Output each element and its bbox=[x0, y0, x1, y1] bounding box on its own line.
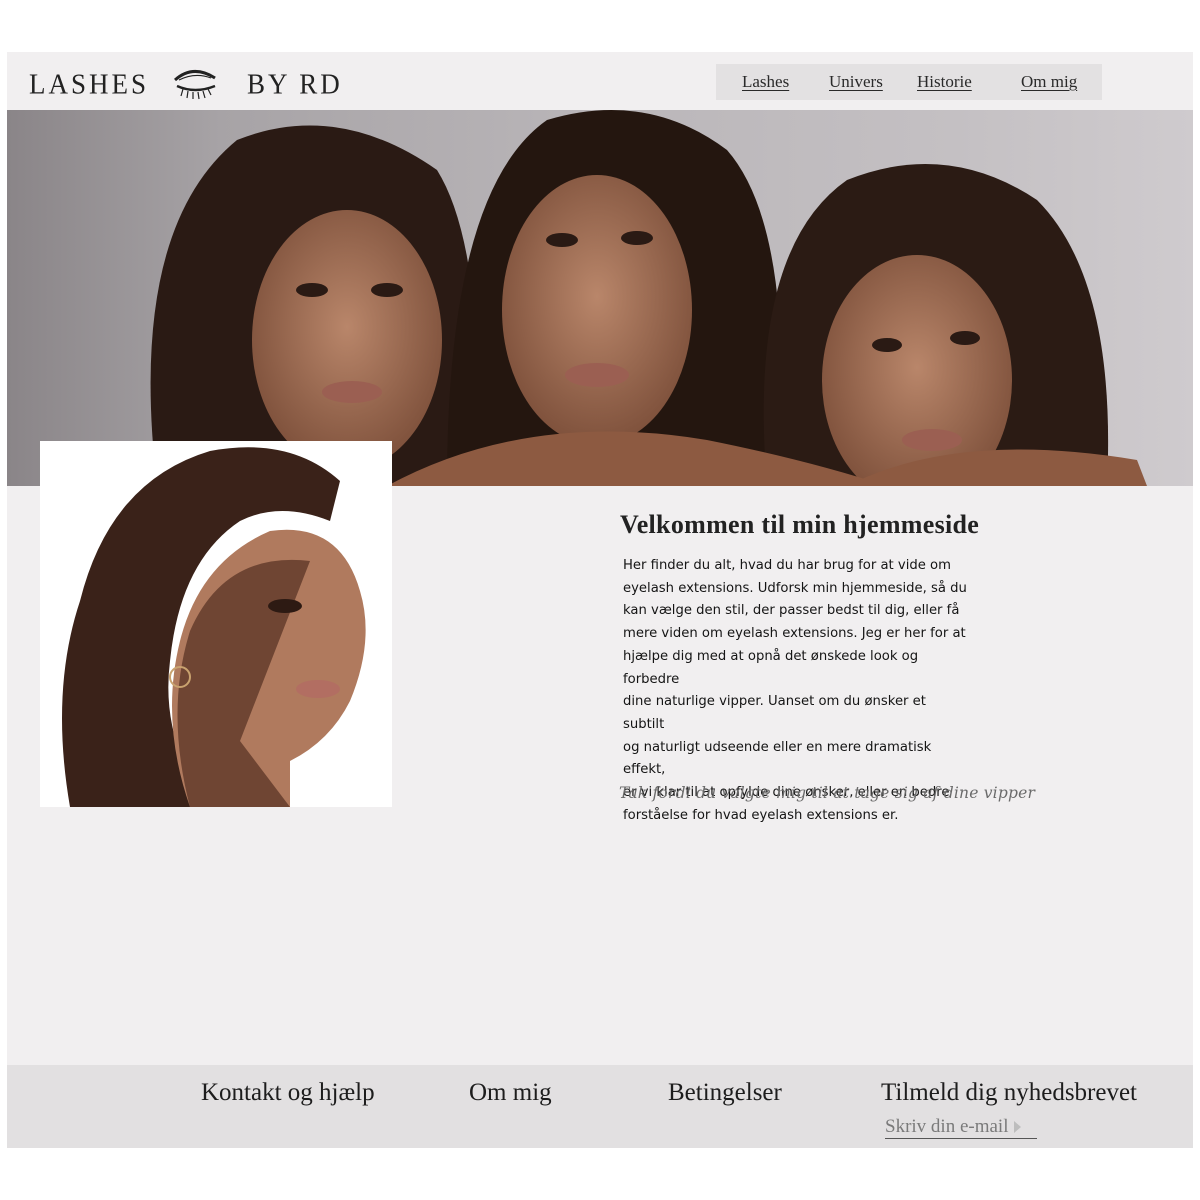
welcome-line: og naturligt udseende eller en mere dram… bbox=[623, 739, 932, 778]
welcome-line: mere viden om eyelash extensions. Jeg er… bbox=[623, 626, 966, 642]
nav-univers[interactable]: Univers bbox=[829, 72, 883, 92]
header: LASHES BY RD Lashes Univers Historie Om … bbox=[7, 52, 1193, 110]
email-placeholder: Skriv din e-mail bbox=[885, 1115, 1009, 1137]
eyelash-icon bbox=[174, 70, 216, 100]
welcome-title: Velkommen til min hjemmeside bbox=[620, 510, 980, 539]
three-women-portrait bbox=[150, 110, 1147, 486]
footer: Kontakt og hjælp Om mig Betingelser Tilm… bbox=[7, 1065, 1193, 1148]
welcome-line: dine naturlige vipper. Uanset om du ønsk… bbox=[623, 694, 926, 732]
nav-lashes[interactable]: Lashes bbox=[742, 72, 789, 92]
thanks-signature: Tak fordi du valgte mig til at tage sig … bbox=[619, 784, 1036, 802]
welcome-line: eyelash extensions. Udforsk min hjemmesi… bbox=[623, 580, 967, 596]
welcome-line: kan vælge den stil, der passer bedst til… bbox=[623, 603, 960, 619]
woman-profile-shadow-portrait bbox=[40, 441, 392, 807]
welcome-line: forståelse for hvad eyelash extensions e… bbox=[623, 807, 899, 823]
hero-image bbox=[7, 110, 1193, 486]
main-nav: Lashes Univers Historie Om mig bbox=[716, 64, 1102, 100]
page: LASHES BY RD Lashes Univers Historie Om … bbox=[7, 52, 1193, 1148]
nav-om-mig[interactable]: Om mig bbox=[1021, 72, 1077, 92]
footer-terms-link[interactable]: Betingelser bbox=[668, 1079, 782, 1107]
nav-historie[interactable]: Historie bbox=[917, 72, 972, 92]
logo-text-left: LASHES bbox=[29, 67, 150, 100]
logo-text-right: BY RD bbox=[247, 67, 343, 100]
logo[interactable]: LASHES BY RD bbox=[29, 64, 343, 104]
footer-about-link[interactable]: Om mig bbox=[469, 1079, 552, 1107]
footer-contact-link[interactable]: Kontakt og hjælp bbox=[201, 1079, 375, 1107]
welcome-line: Her finder du alt, hvad du har brug for … bbox=[623, 558, 951, 573]
newsletter-heading: Tilmeld dig nyhedsbrevet bbox=[881, 1079, 1138, 1106]
welcome-line: hjælpe dig med at opnå det ønskede look … bbox=[623, 648, 919, 687]
portrait-image bbox=[40, 441, 392, 807]
submit-arrow-icon[interactable] bbox=[1014, 1120, 1022, 1133]
newsletter-email-field[interactable]: Skriv din e-mail bbox=[885, 1115, 1037, 1139]
